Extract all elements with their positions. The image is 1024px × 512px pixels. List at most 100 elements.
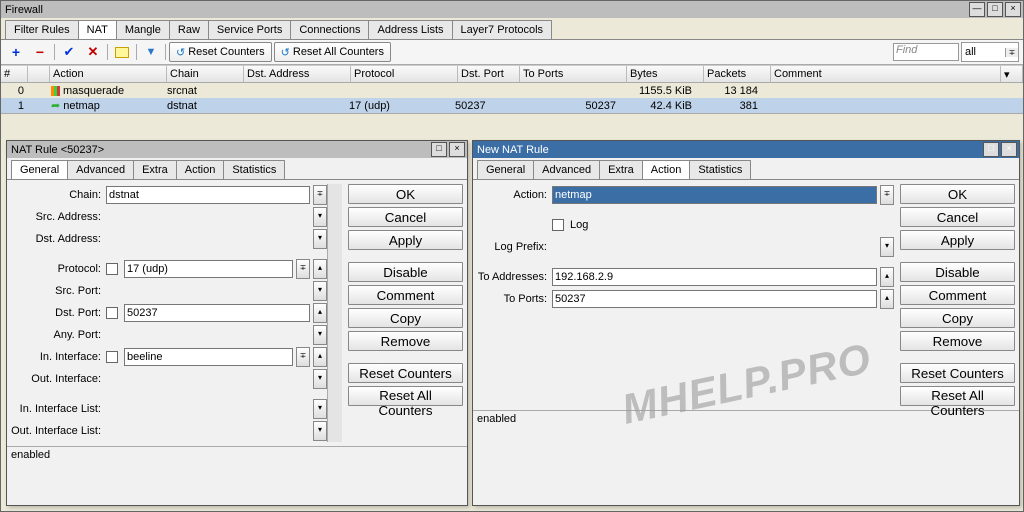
- table-row[interactable]: 1 ➦netmap dstnat 17 (udp) 50237 50237 42…: [1, 98, 1023, 113]
- tab-general[interactable]: General: [477, 160, 534, 179]
- protocol-input[interactable]: 17 (udp): [124, 260, 293, 278]
- collapse-icon[interactable]: ▴: [880, 267, 894, 287]
- apply-button[interactable]: Apply: [348, 230, 463, 250]
- to-addresses-input[interactable]: 192.168.2.9: [552, 268, 877, 286]
- disable-button[interactable]: ✕: [82, 42, 104, 62]
- remove-button[interactable]: −: [29, 42, 51, 62]
- main-title-bar[interactable]: Firewall — □ ×: [1, 1, 1023, 18]
- max-icon[interactable]: □: [983, 142, 999, 157]
- log-checkbox[interactable]: [552, 219, 564, 231]
- invert-box[interactable]: [106, 307, 118, 319]
- reset-counters-button[interactable]: Reset Counters: [348, 363, 463, 383]
- tab-mangle[interactable]: Mangle: [116, 20, 170, 39]
- refresh-icon: ↺: [176, 46, 185, 59]
- status-label: enabled: [7, 446, 467, 463]
- ok-button[interactable]: OK: [348, 184, 463, 204]
- collapse-icon[interactable]: ▴: [880, 289, 894, 309]
- expand-icon[interactable]: ▾: [880, 237, 894, 257]
- reset-counters-button[interactable]: Reset Counters: [900, 363, 1015, 383]
- filter-combo[interactable]: all∓: [961, 42, 1019, 62]
- x-icon: ✕: [88, 44, 99, 60]
- tab-layer7[interactable]: Layer7 Protocols: [452, 20, 553, 39]
- chevron-down-icon[interactable]: ∓: [296, 259, 310, 279]
- copy-button[interactable]: Copy: [348, 308, 463, 328]
- reset-all-counters-button[interactable]: ↺Reset All Counters: [274, 42, 391, 62]
- add-button[interactable]: +: [5, 42, 27, 62]
- filter-button[interactable]: ▼: [140, 42, 162, 62]
- tab-service-ports[interactable]: Service Ports: [208, 20, 291, 39]
- tab-filter-rules[interactable]: Filter Rules: [5, 20, 79, 39]
- expand-icon[interactable]: ▾: [313, 325, 327, 345]
- collapse-icon[interactable]: ▴: [313, 347, 327, 367]
- expand-icon[interactable]: ▾: [313, 369, 327, 389]
- chevron-down-icon[interactable]: ∓: [296, 347, 310, 367]
- main-tabs: Filter Rules NAT Mangle Raw Service Port…: [1, 18, 1023, 40]
- comment-button[interactable]: Comment: [348, 285, 463, 305]
- comment-button[interactable]: Comment: [900, 285, 1015, 305]
- max-icon[interactable]: □: [987, 2, 1003, 17]
- enable-button[interactable]: ✔: [58, 42, 80, 62]
- reset-counters-button[interactable]: ↺Reset Counters: [169, 42, 272, 62]
- ok-button[interactable]: OK: [900, 184, 1015, 204]
- find-input[interactable]: Find: [893, 43, 959, 61]
- invert-box[interactable]: [106, 263, 118, 275]
- minus-icon: −: [36, 44, 44, 60]
- tab-action[interactable]: Action: [642, 160, 691, 179]
- tab-connections[interactable]: Connections: [290, 20, 369, 39]
- tab-address-lists[interactable]: Address Lists: [368, 20, 452, 39]
- chain-input[interactable]: dstnat: [106, 186, 310, 204]
- invert-box[interactable]: [106, 351, 118, 363]
- table-row[interactable]: 0 masquerade srcnat 1155.5 KiB 13 184: [1, 83, 1023, 98]
- to-ports-input[interactable]: 50237: [552, 290, 877, 308]
- min-icon[interactable]: —: [969, 2, 985, 17]
- plus-icon: +: [12, 44, 20, 60]
- cancel-button[interactable]: Cancel: [900, 207, 1015, 227]
- tab-nat[interactable]: NAT: [78, 20, 117, 39]
- expand-icon[interactable]: ▾: [313, 421, 327, 441]
- close-icon[interactable]: ×: [449, 142, 465, 157]
- dst-port-input[interactable]: 50237: [124, 304, 310, 322]
- right-title-bar[interactable]: New NAT Rule □×: [473, 141, 1019, 158]
- tab-advanced[interactable]: Advanced: [533, 160, 600, 179]
- action-input[interactable]: netmap: [552, 186, 877, 204]
- tab-advanced[interactable]: Advanced: [67, 160, 134, 179]
- max-icon[interactable]: □: [431, 142, 447, 157]
- remove-button[interactable]: Remove: [900, 331, 1015, 351]
- tab-action[interactable]: Action: [176, 160, 225, 179]
- rules-grid: # Action Chain Dst. Address Protocol Dst…: [1, 65, 1023, 114]
- collapse-icon[interactable]: ▴: [313, 259, 327, 279]
- refresh-icon: ↺: [281, 46, 290, 59]
- left-title-bar[interactable]: NAT Rule <50237> □×: [7, 141, 467, 158]
- tab-extra[interactable]: Extra: [599, 160, 643, 179]
- column-menu-icon[interactable]: ▾: [1001, 66, 1023, 82]
- reset-all-counters-button[interactable]: Reset All Counters: [900, 386, 1015, 406]
- grid-header[interactable]: # Action Chain Dst. Address Protocol Dst…: [1, 65, 1023, 83]
- check-icon: ✔: [64, 44, 75, 60]
- comment-button[interactable]: [111, 42, 133, 62]
- apply-button[interactable]: Apply: [900, 230, 1015, 250]
- chevron-down-icon[interactable]: ∓: [313, 185, 327, 205]
- expand-icon[interactable]: ▾: [313, 229, 327, 249]
- main-title: Firewall: [3, 4, 969, 16]
- tab-raw[interactable]: Raw: [169, 20, 209, 39]
- in-interface-input[interactable]: beeline: [124, 348, 293, 366]
- tab-extra[interactable]: Extra: [133, 160, 177, 179]
- cancel-button[interactable]: Cancel: [348, 207, 463, 227]
- tab-general[interactable]: General: [11, 160, 68, 179]
- chevron-down-icon: ∓: [1005, 48, 1018, 57]
- scrollbar[interactable]: [327, 184, 342, 442]
- disable-button[interactable]: Disable: [900, 262, 1015, 282]
- chevron-down-icon[interactable]: ∓: [880, 185, 894, 205]
- close-icon[interactable]: ×: [1005, 2, 1021, 17]
- collapse-icon[interactable]: ▴: [313, 303, 327, 323]
- expand-icon[interactable]: ▾: [313, 207, 327, 227]
- reset-all-counters-button[interactable]: Reset All Counters: [348, 386, 463, 406]
- tab-statistics[interactable]: Statistics: [689, 160, 751, 179]
- copy-button[interactable]: Copy: [900, 308, 1015, 328]
- expand-icon[interactable]: ▾: [313, 399, 327, 419]
- remove-button[interactable]: Remove: [348, 331, 463, 351]
- disable-button[interactable]: Disable: [348, 262, 463, 282]
- tab-statistics[interactable]: Statistics: [223, 160, 285, 179]
- close-icon[interactable]: ×: [1001, 142, 1017, 157]
- expand-icon[interactable]: ▾: [313, 281, 327, 301]
